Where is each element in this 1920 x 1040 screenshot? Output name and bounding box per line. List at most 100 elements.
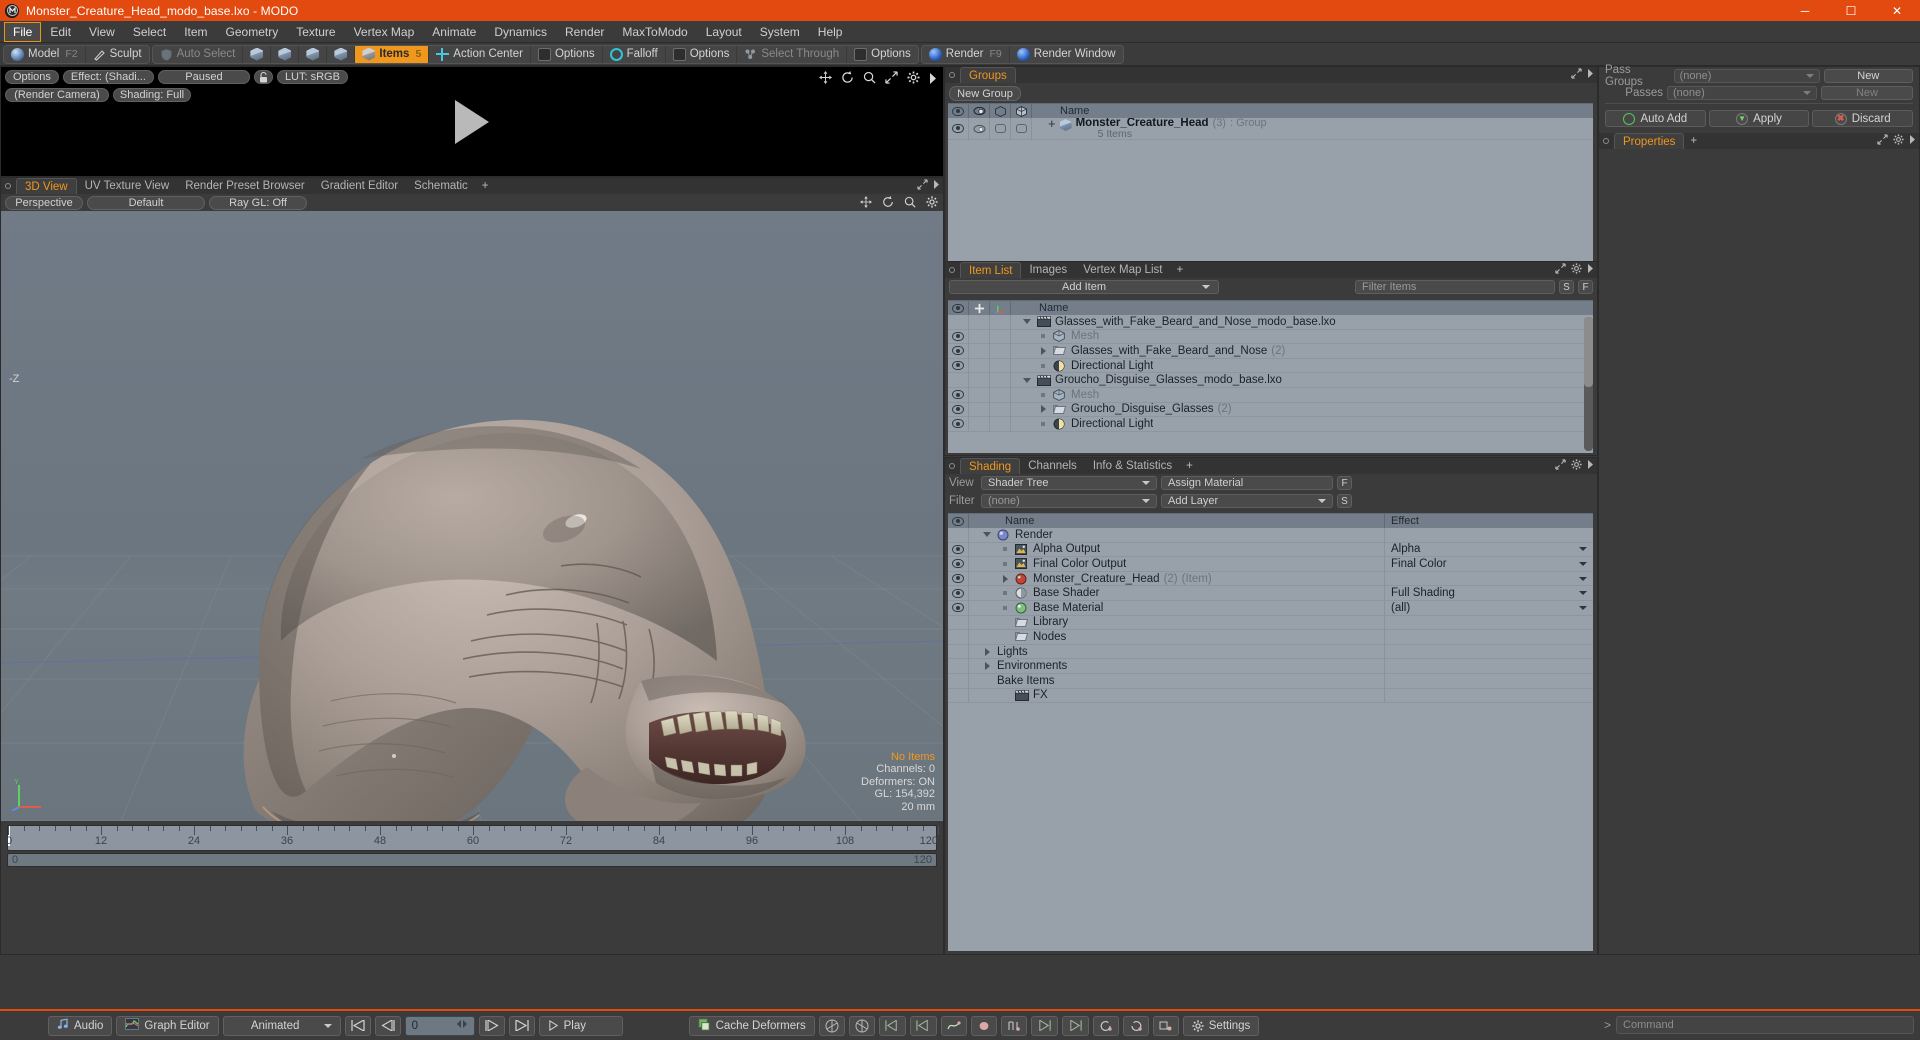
- table-row[interactable]: Monster_Creature_Head (2) (Item): [948, 571, 1593, 587]
- graph-editor-button[interactable]: Graph Editor: [116, 1015, 219, 1036]
- passes-new-button[interactable]: New: [1821, 85, 1913, 100]
- fk-icon[interactable]: [848, 1015, 875, 1036]
- panel-dot-icon[interactable]: [949, 267, 955, 273]
- chevron-right-icon[interactable]: [1587, 69, 1594, 81]
- play-button[interactable]: Play: [538, 1015, 623, 1036]
- item-list-tree[interactable]: Glasses_with_Fake_Beard_and_Nose_modo_ba…: [948, 315, 1593, 453]
- maximize-button[interactable]: ☐: [1828, 0, 1874, 21]
- row-visible-toggle[interactable]: [948, 372, 969, 388]
- auto-add-button[interactable]: Auto Add: [1605, 110, 1706, 127]
- row-axis-toggle[interactable]: [990, 315, 1011, 330]
- chevron-down-icon[interactable]: [1579, 576, 1587, 581]
- gear-icon[interactable]: [1893, 134, 1904, 148]
- row-visible-toggle[interactable]: [948, 585, 969, 601]
- tab-add-button[interactable]: +: [1170, 262, 1189, 278]
- play-triangle-icon[interactable]: [455, 99, 489, 144]
- audio-button[interactable]: Audio: [48, 1015, 113, 1036]
- tab-add-button[interactable]: +: [1684, 133, 1703, 149]
- menu-item-system[interactable]: System: [751, 22, 809, 42]
- tab-add-button[interactable]: +: [476, 178, 495, 194]
- edge-mode-button[interactable]: [271, 45, 300, 63]
- tab-uv-texture-view[interactable]: UV Texture View: [77, 178, 178, 194]
- row-effect-cell[interactable]: [1385, 571, 1593, 586]
- filter-f-button[interactable]: F: [1578, 280, 1593, 294]
- render-button[interactable]: Render F9: [922, 45, 1010, 63]
- menu-item-dynamics[interactable]: Dynamics: [485, 22, 556, 42]
- table-row[interactable]: Render: [948, 528, 1593, 543]
- row-visible-toggle[interactable]: [948, 118, 969, 140]
- row-visible-toggle[interactable]: [948, 658, 969, 674]
- chevron-down-icon[interactable]: [1803, 90, 1811, 95]
- preview-options-button[interactable]: Options: [5, 70, 59, 84]
- row-effect-cell[interactable]: (all): [1385, 600, 1593, 615]
- chevron-down-icon[interactable]: [1579, 605, 1587, 610]
- row-visible-toggle[interactable]: [948, 600, 969, 616]
- row-axis-toggle[interactable]: [990, 402, 1011, 417]
- col-render-eye-icon[interactable]: [969, 103, 990, 119]
- table-row[interactable]: Directional Light: [948, 416, 1593, 432]
- auto-select-button[interactable]: Auto Select: [153, 45, 244, 63]
- row-axis-toggle[interactable]: [990, 416, 1011, 432]
- key-first-icon[interactable]: [909, 1015, 937, 1036]
- panel-dot-icon[interactable]: [5, 183, 11, 189]
- table-row[interactable]: + Monster_Creature_Head (3) : Group 5 It…: [948, 118, 1593, 140]
- default-view-button[interactable]: Default: [87, 195, 205, 210]
- col-visible-eye-icon[interactable]: [948, 300, 969, 316]
- menu-item-texture[interactable]: Texture: [287, 22, 344, 42]
- col-lock-icon[interactable]: [969, 300, 990, 316]
- row-visible-toggle[interactable]: [948, 615, 969, 630]
- tab-groups[interactable]: Groups: [960, 67, 1016, 83]
- menu-item-layout[interactable]: Layout: [697, 22, 751, 42]
- chevron-down-icon[interactable]: [1579, 547, 1587, 552]
- menu-item-select[interactable]: Select: [124, 22, 175, 42]
- model-mode-button[interactable]: Model F2: [4, 45, 86, 63]
- row-axis-toggle[interactable]: [990, 343, 1011, 359]
- table-row[interactable]: Directional Light: [948, 358, 1593, 374]
- row-lock-toggle[interactable]: [969, 315, 990, 330]
- animation-mode-select[interactable]: Animated: [222, 1015, 341, 1036]
- menu-item-help[interactable]: Help: [809, 22, 852, 42]
- row-shaded-toggle[interactable]: [1011, 118, 1032, 140]
- chevron-down-icon[interactable]: [1805, 73, 1814, 78]
- gear-icon[interactable]: [1571, 459, 1582, 473]
- select-through-options-button[interactable]: Options: [847, 46, 918, 63]
- row-effect-cell[interactable]: [1385, 659, 1593, 674]
- material-mode-button[interactable]: [327, 45, 356, 63]
- table-row[interactable]: Final Color Output Final Color: [948, 556, 1593, 572]
- row-visible-toggle[interactable]: [948, 673, 969, 689]
- curve-icon[interactable]: [940, 1015, 967, 1036]
- chevron-down-icon[interactable]: [1202, 285, 1210, 289]
- chevron-right-icon[interactable]: [1587, 460, 1594, 472]
- menu-item-render[interactable]: Render: [556, 22, 613, 42]
- filter-s-button[interactable]: S: [1559, 280, 1574, 294]
- rotate-icon[interactable]: [882, 196, 894, 211]
- key-icon[interactable]: [970, 1015, 997, 1036]
- row-lock-toggle[interactable]: [969, 358, 990, 373]
- expand-icon[interactable]: [1877, 134, 1888, 148]
- discard-button[interactable]: ✖ Discard: [1812, 110, 1914, 127]
- row-lock-toggle[interactable]: [969, 402, 990, 417]
- tab-render-preset-browser[interactable]: Render Preset Browser: [177, 178, 313, 194]
- lock-icon[interactable]: [253, 70, 273, 84]
- table-row[interactable]: Groucho_Disguise_Glasses_modo_base.lxo: [948, 372, 1593, 388]
- col-shaded-icon[interactable]: [1011, 103, 1032, 119]
- fit-icon[interactable]: [885, 71, 898, 87]
- pan-icon[interactable]: [860, 196, 872, 211]
- pass-groups-new-button[interactable]: New: [1823, 68, 1913, 83]
- panel-dot-icon[interactable]: [1603, 138, 1609, 144]
- menu-item-view[interactable]: View: [80, 22, 124, 42]
- items-mode-button[interactable]: Items 5: [355, 45, 430, 63]
- shader-tree[interactable]: Render Alpha Output Alpha Final Color Outpu…: [948, 528, 1593, 951]
- menu-item-edit[interactable]: Edit: [41, 22, 80, 42]
- falloff-options-button[interactable]: Options: [666, 45, 738, 63]
- menu-item-animate[interactable]: Animate: [423, 22, 485, 42]
- shading-mode-button[interactable]: Shading: Full: [113, 88, 191, 102]
- row-visible-toggle[interactable]: [948, 528, 969, 543]
- expand-icon[interactable]: [1555, 263, 1566, 277]
- expander-down-icon[interactable]: [1021, 319, 1033, 325]
- row-visible-toggle[interactable]: [948, 542, 969, 557]
- row-visible-toggle[interactable]: [948, 387, 969, 403]
- timeline-ruler[interactable]: 0 12 24 36 48 60 72 84 96 108 120: [6, 825, 939, 851]
- row-lock-toggle[interactable]: [969, 329, 990, 344]
- table-row[interactable]: Base Shader Full Shading: [948, 585, 1593, 601]
